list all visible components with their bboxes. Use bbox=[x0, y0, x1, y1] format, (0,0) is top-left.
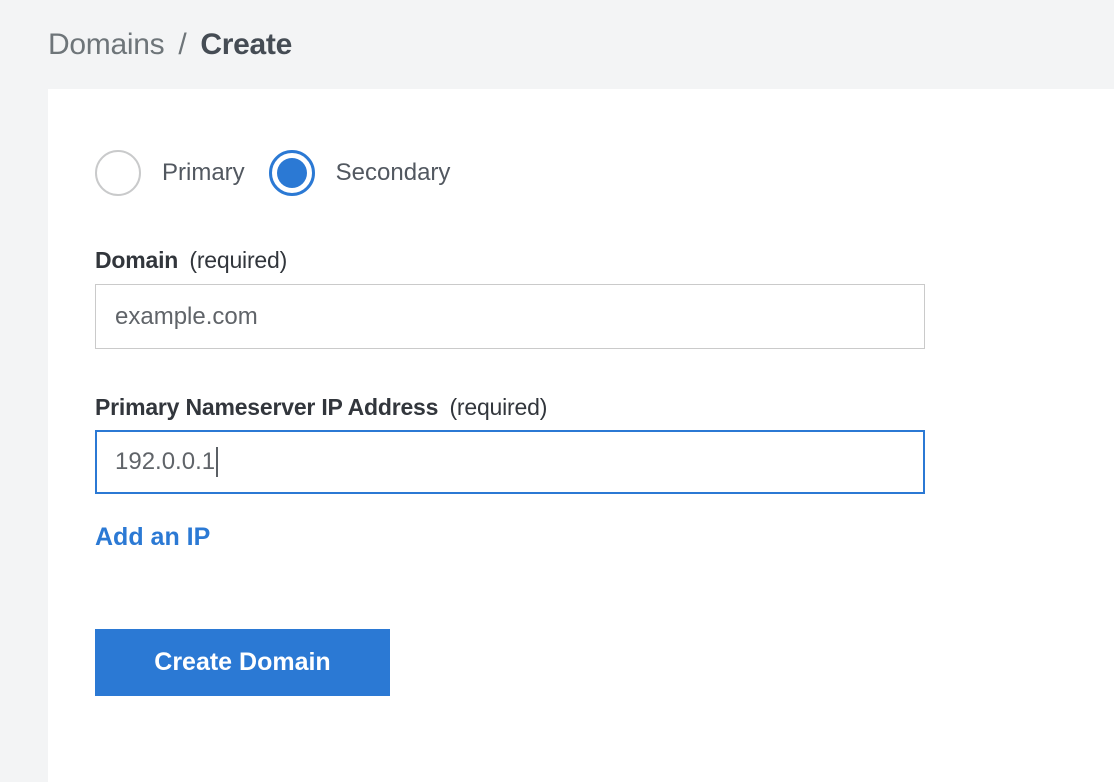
radio-label-primary: Primary bbox=[162, 159, 245, 187]
radio-label-secondary: Secondary bbox=[336, 159, 451, 187]
primary-ns-ip-label-text: Primary Nameserver IP Address bbox=[95, 394, 438, 420]
radio-option-secondary[interactable]: Secondary bbox=[269, 150, 451, 196]
domain-field-group: Domain (required) example.com bbox=[95, 247, 1114, 349]
add-ip-link[interactable]: Add an IP bbox=[95, 523, 210, 552]
primary-ns-ip-input-value: 192.0.0.1 bbox=[115, 448, 215, 476]
domain-field-label: Domain (required) bbox=[95, 247, 1114, 274]
radio-selected-icon[interactable] bbox=[269, 150, 315, 196]
create-domain-card: Primary Secondary Domain (required) exam… bbox=[48, 89, 1114, 782]
primary-ns-ip-field-group: Primary Nameserver IP Address (required)… bbox=[95, 394, 1114, 494]
page-header: Domains / Create bbox=[0, 0, 1114, 89]
primary-ns-ip-field-label: Primary Nameserver IP Address (required) bbox=[95, 394, 1114, 421]
breadcrumb-separator: / bbox=[178, 28, 186, 61]
domain-input[interactable]: example.com bbox=[95, 284, 925, 349]
text-caret bbox=[216, 447, 218, 477]
domain-label-text: Domain bbox=[95, 247, 178, 273]
create-domain-button[interactable]: Create Domain bbox=[95, 629, 390, 696]
breadcrumb-domains-link[interactable]: Domains bbox=[48, 28, 164, 61]
radio-dot bbox=[277, 158, 307, 188]
domain-required-hint: (required) bbox=[189, 247, 287, 273]
domain-type-radio-group: Primary Secondary bbox=[95, 150, 1114, 196]
primary-ns-ip-input[interactable]: 192.0.0.1 bbox=[95, 430, 925, 494]
breadcrumb-current-create: Create bbox=[200, 28, 292, 61]
primary-ns-ip-required-hint: (required) bbox=[449, 394, 547, 420]
radio-unselected-icon[interactable] bbox=[95, 150, 141, 196]
radio-option-primary[interactable]: Primary bbox=[95, 150, 245, 196]
domain-input-value: example.com bbox=[115, 303, 258, 331]
breadcrumb: Domains / Create bbox=[48, 28, 292, 62]
